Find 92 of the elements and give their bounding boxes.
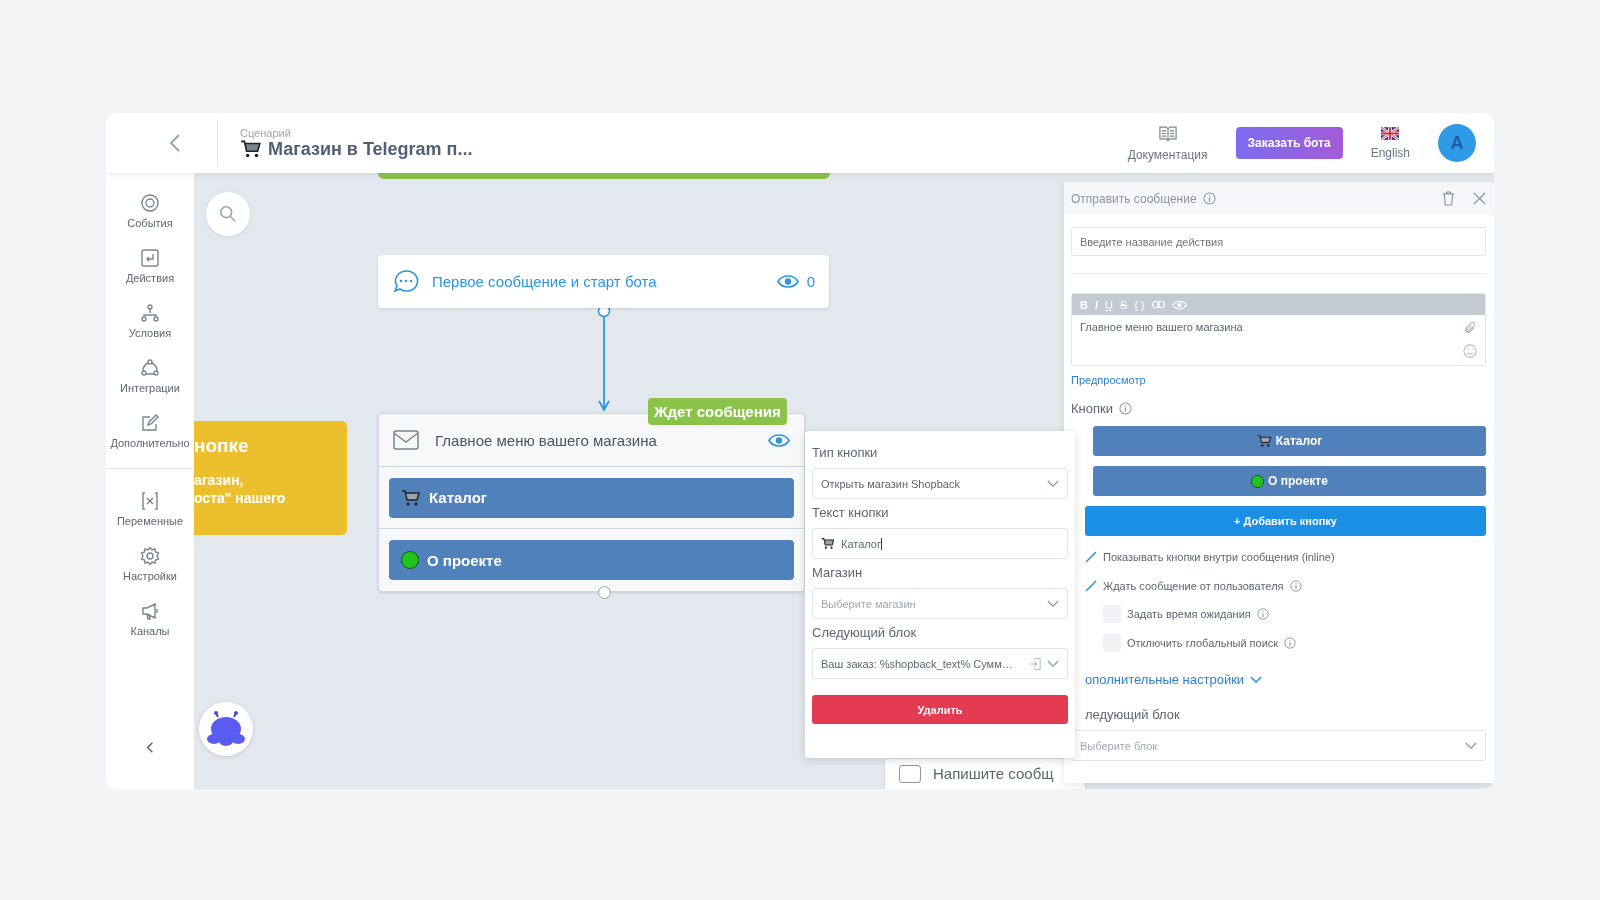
sidebar-item[interactable]: События xyxy=(127,193,173,248)
section-label: Кнопки xyxy=(1071,401,1113,416)
network-icon xyxy=(140,358,160,378)
note-title: нопке xyxy=(194,435,250,457)
language-link[interactable]: English xyxy=(1370,126,1410,160)
message-text: Главное меню вашего магазина xyxy=(1080,321,1244,335)
action-name-field[interactable]: Введите название действия xyxy=(1071,227,1486,256)
add-button[interactable]: + Добавить кнопку xyxy=(1085,506,1486,536)
eye-icon[interactable] xyxy=(1171,299,1187,310)
node-button[interactable]: О проекте xyxy=(389,540,794,580)
collapse-icon[interactable] xyxy=(146,741,154,754)
info-icon xyxy=(1119,402,1132,415)
close-icon[interactable] xyxy=(1473,192,1486,205)
option-label: Показывать кнопки внутри сообщения (inline) xyxy=(1103,551,1335,563)
order-bot-button[interactable]: Заказать бота xyxy=(1235,127,1343,159)
link-icon[interactable] xyxy=(1151,300,1165,309)
sidebar-item[interactable]: Действия xyxy=(125,248,175,303)
emoji-icon[interactable] xyxy=(1463,344,1477,358)
eye-icon xyxy=(768,432,790,448)
section-label: ледующий блок xyxy=(1085,707,1181,722)
dot-icon xyxy=(1251,474,1265,488)
chevron-down-icon xyxy=(1047,479,1059,488)
node-title: Первое сообщение и старт бота xyxy=(432,273,658,290)
message-editor[interactable]: B I U S { } Главное меню вашего магазина xyxy=(1071,293,1486,366)
target-icon xyxy=(140,193,160,213)
sidebar-item[interactable]: Переменные xyxy=(116,491,184,546)
mascot-drawing xyxy=(206,711,246,747)
search-icon xyxy=(219,205,237,223)
megaphone-icon xyxy=(140,601,160,621)
note-text: агазин, xyxy=(194,471,245,489)
cart-icon xyxy=(1256,434,1272,448)
select-field[interactable]: Открыть магазин Shopback xyxy=(812,468,1068,499)
checkbox[interactable] xyxy=(1085,578,1097,594)
start-node[interactable]: Первое сообщение и старт бота 0 xyxy=(378,255,829,308)
chevron-down-icon xyxy=(1047,659,1059,668)
cart-icon xyxy=(821,537,835,550)
eye-icon xyxy=(776,274,799,289)
preview-link[interactable]: Предпросмотр xyxy=(1071,374,1486,386)
cart-icon xyxy=(401,488,421,507)
message-button[interactable]: О проекте xyxy=(1093,466,1486,496)
dot-icon xyxy=(401,551,419,569)
sidebar-item[interactable]: Настройки xyxy=(123,546,177,601)
flag-icon xyxy=(1381,126,1400,140)
delete-button[interactable]: Удалить xyxy=(812,695,1068,724)
checkbox-icon xyxy=(899,765,921,783)
trash-icon[interactable] xyxy=(1442,191,1455,206)
chevron-down-icon xyxy=(1465,741,1477,750)
scenario-title: Магазин в Telegram п... xyxy=(268,138,473,160)
advanced-settings-link[interactable]: ополнительные настройки xyxy=(1085,672,1486,687)
breadcrumb: Сценарий xyxy=(240,126,292,139)
view-count: 0 xyxy=(806,273,815,290)
text-field[interactable]: Каталог xyxy=(812,528,1068,559)
back-icon[interactable] xyxy=(169,133,181,153)
envelope-icon xyxy=(393,430,419,450)
checkbox[interactable] xyxy=(1085,549,1097,565)
field-label: Текст кнопки xyxy=(812,505,890,520)
field-label: Тип кнопки xyxy=(812,445,879,460)
field-label: Магазин xyxy=(812,565,864,580)
documentation-link[interactable]: Документация xyxy=(1127,124,1208,162)
select-field[interactable]: Выберите магазин xyxy=(812,588,1068,619)
sidebar-item[interactable]: Дополнительно xyxy=(110,413,190,468)
note-text: оста" нашего xyxy=(194,489,287,507)
option-label: Отключить глобальный поиск xyxy=(1127,637,1279,649)
next-block-select[interactable]: Выберите блок xyxy=(1071,730,1486,761)
edit-icon xyxy=(140,413,160,433)
option-label: Задать время ожидания xyxy=(1127,608,1251,620)
go-to-block-icon[interactable] xyxy=(1029,657,1041,670)
option-label: Ждать сообщение от пользователя xyxy=(1103,580,1284,592)
assistant-button[interactable] xyxy=(199,702,253,756)
node-title: Напишите сообщ xyxy=(933,765,1054,782)
message-node[interactable]: Напишите сообщ xyxy=(885,759,1085,789)
settings-icon xyxy=(140,546,160,566)
chevron-down-icon xyxy=(1250,675,1263,684)
node-title: Главное меню вашего магазина xyxy=(435,431,658,449)
chevron-down-icon xyxy=(1047,599,1059,608)
sidebar-item[interactable]: Каналы xyxy=(130,601,170,656)
panel-title: Отправить сообщение xyxy=(1071,191,1197,206)
status-badge: Ждет сообщения xyxy=(648,398,787,425)
book-icon xyxy=(1158,124,1177,142)
sidebar-item[interactable]: Интеграции xyxy=(120,358,180,413)
message-button[interactable]: Каталог xyxy=(1093,426,1486,456)
node-button[interactable]: Каталог xyxy=(389,477,794,518)
branches-icon xyxy=(140,303,160,323)
paperclip-icon[interactable] xyxy=(1463,321,1476,336)
cart-icon xyxy=(240,139,262,159)
return-icon xyxy=(140,248,160,268)
sidebar-item[interactable]: Условия xyxy=(128,303,172,358)
search-button[interactable] xyxy=(206,192,250,236)
variable-icon xyxy=(140,491,160,511)
select-field[interactable]: Ваш заказ: %shopback_text% Сумм… xyxy=(812,648,1068,679)
field-label: Следующий блок xyxy=(812,625,918,640)
info-icon xyxy=(1202,192,1216,205)
